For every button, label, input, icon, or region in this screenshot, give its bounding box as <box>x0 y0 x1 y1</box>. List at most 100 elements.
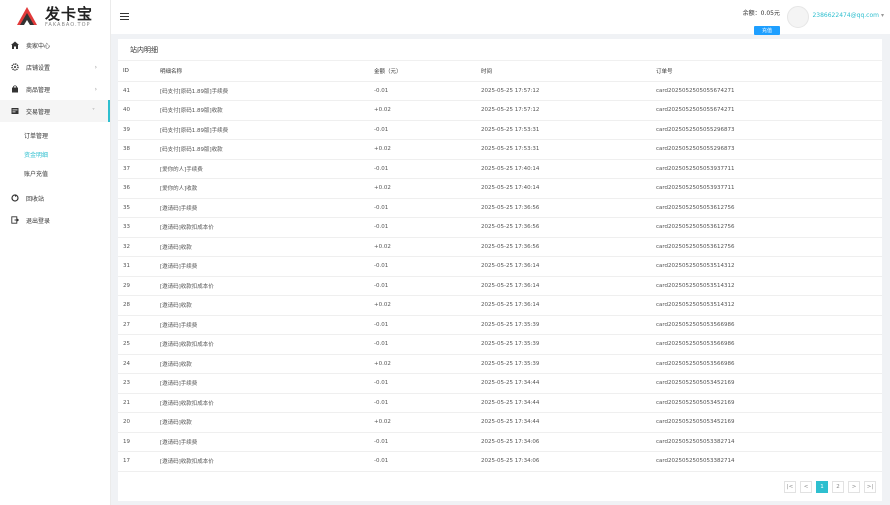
sidebar-item-product-management[interactable]: 商品管理 › <box>0 78 110 100</box>
row-time: 2025-05-25 17:57:12 <box>481 81 656 101</box>
logo-name: 发卡宝 <box>45 5 94 23</box>
row-id: 32 <box>118 237 160 257</box>
row-time: 2025-05-25 17:34:44 <box>481 373 656 394</box>
row-name: [码支付[原码1.89版]收款 <box>160 100 374 121</box>
row-id: 31 <box>118 256 160 277</box>
table-row: 35 [邀请码]手续费 -0.01 2025-05-25 17:36:56 card20… <box>118 198 882 218</box>
user-email: 2386622474@qq.com <box>812 12 879 19</box>
row-name: [邀请码]收款 <box>160 295 374 316</box>
sidebar-item-fund-details[interactable]: 资金明细 <box>0 145 110 164</box>
row-id: 35 <box>118 198 160 218</box>
avatar[interactable] <box>787 6 809 28</box>
menu-toggle-icon[interactable] <box>120 13 129 20</box>
row-order-no: card2025052505053612756 <box>656 237 882 257</box>
row-time: 2025-05-25 17:36:56 <box>481 237 656 257</box>
row-name: [邀请码]收款扣成本价 <box>160 451 374 472</box>
sidebar-item-orders[interactable]: 订单管理 <box>0 126 110 145</box>
sidebar-item-account-recharge[interactable]: 账户充值 <box>0 164 110 183</box>
table-row: 41 [码支付[原码1.89版]手续费 -0.01 2025-05-25 17:57:… <box>118 81 882 101</box>
row-amount: -0.01 <box>374 120 481 140</box>
row-amount: -0.01 <box>374 451 481 472</box>
first-page-button[interactable]: |< <box>784 481 796 493</box>
row-amount: -0.01 <box>374 217 481 238</box>
table-row: 25 [邀请码]收款扣成本价 -0.01 2025-05-25 17:35:39 car… <box>118 334 882 355</box>
table-row: 27 [邀请码]手续费 -0.01 2025-05-25 17:35:39 card20… <box>118 315 882 335</box>
row-order-no: card2025052505053452169 <box>656 412 882 433</box>
table-row: 38 [码支付[原码1.89版]收款 +0.02 2025-05-25 17:53:3… <box>118 139 882 160</box>
chevron-right-icon: › <box>94 85 97 93</box>
row-amount: +0.02 <box>374 139 481 160</box>
table-row: 21 [邀请码]收款扣成本价 -0.01 2025-05-25 17:34:44 car… <box>118 393 882 413</box>
balance-area: 余额：0.05元 充值 <box>743 8 780 36</box>
caret-down-icon: ▾ <box>880 12 884 19</box>
row-order-no: card2025052505053382714 <box>656 451 882 472</box>
row-time: 2025-05-25 17:40:14 <box>481 159 656 179</box>
column-header: 时间 <box>481 61 656 82</box>
row-id: 27 <box>118 315 160 335</box>
table-row: 37 [爱你的人]手续费 -0.01 2025-05-25 17:40:14 card2… <box>118 159 882 179</box>
row-time: 2025-05-25 17:57:12 <box>481 100 656 121</box>
next-page-button[interactable]: > <box>848 481 860 493</box>
row-order-no: card2025052505053514312 <box>656 276 882 296</box>
sidebar-item-label: 商品管理 <box>26 86 51 94</box>
row-name: [码支付[原码1.89版]手续费 <box>160 120 374 140</box>
row-order-no: card2025052505053612756 <box>656 198 882 218</box>
row-time: 2025-05-25 17:36:56 <box>481 217 656 238</box>
row-order-no: card2025052505053566986 <box>656 334 882 355</box>
chevron-down-icon: ˅ <box>92 107 95 115</box>
balance-text: 余额：0.05元 <box>742 10 780 17</box>
gear-icon <box>10 63 19 72</box>
trade-icon <box>10 107 19 116</box>
row-time: 2025-05-25 17:35:39 <box>481 334 656 355</box>
row-time: 2025-05-25 17:36:14 <box>481 295 656 316</box>
sidebar-item-recycle-bin[interactable]: 回收站 <box>0 187 110 209</box>
row-amount: +0.02 <box>374 100 481 121</box>
table-row: 20 [邀请码]收款 +0.02 2025-05-25 17:34:44 card202… <box>118 412 882 433</box>
row-name: [码支付[原码1.89版]手续费 <box>160 81 374 101</box>
logo-icon <box>17 7 37 25</box>
panel-title: 站内明细 <box>118 39 882 61</box>
row-time: 2025-05-25 17:53:31 <box>481 120 656 140</box>
row-time: 2025-05-25 17:53:31 <box>481 139 656 160</box>
row-order-no: card2025052505053937711 <box>656 178 882 199</box>
logo[interactable]: 发卡宝 FAKABAO.TOP <box>0 0 110 34</box>
row-name: [邀请码]收款扣成本价 <box>160 334 374 355</box>
table-row: 40 [码支付[原码1.89版]收款 +0.02 2025-05-25 17:57:1… <box>118 100 882 121</box>
page-button-2[interactable]: 2 <box>832 481 844 493</box>
row-id: 24 <box>118 354 160 374</box>
logo-subtitle: FAKABAO.TOP <box>45 22 91 28</box>
sidebar-item-label: 店铺设置 <box>26 64 51 72</box>
row-id: 33 <box>118 217 160 238</box>
row-name: [邀请码]收款扣成本价 <box>160 276 374 296</box>
page-button-1[interactable]: 1 <box>816 481 828 493</box>
last-page-button[interactable]: >| <box>864 481 876 493</box>
pagination: |< < 1 2 > >| <box>784 481 876 493</box>
row-name: [邀请码]手续费 <box>160 432 374 452</box>
row-name: [邀请码]手续费 <box>160 315 374 335</box>
row-order-no: card2025052505053612756 <box>656 217 882 238</box>
row-id: 19 <box>118 432 160 452</box>
row-order-no: card2025052505053452169 <box>656 393 882 413</box>
sidebar-item-label: 退出登录 <box>26 217 51 225</box>
sidebar-item-logout[interactable]: 退出登录 <box>0 209 110 231</box>
trade-submenu: 订单管理 资金明细 账户充值 <box>0 122 110 187</box>
table-row: 17 [邀请码]收款扣成本价 -0.01 2025-05-25 17:34:06 car… <box>118 451 882 472</box>
table-row: 29 [邀请码]收款扣成本价 -0.01 2025-05-25 17:36:14 car… <box>118 276 882 296</box>
prev-page-button[interactable]: < <box>800 481 812 493</box>
table-row: 31 [邀请码]手续费 -0.01 2025-05-25 17:36:14 card20… <box>118 256 882 277</box>
user-menu[interactable]: 2386622474@qq.com ▾ <box>812 12 884 19</box>
row-amount: +0.02 <box>374 295 481 316</box>
sidebar-item-store-settings[interactable]: 店铺设置 › <box>0 56 110 78</box>
row-time: 2025-05-25 17:35:39 <box>481 315 656 335</box>
table-header-row: ID 明细名称 金额（元） 时间 订单号 <box>118 61 882 82</box>
row-amount: -0.01 <box>374 373 481 394</box>
row-amount: -0.01 <box>374 432 481 452</box>
sidebar-menu: 卖家中心 店铺设置 › 商品管理 › 交易管理 ˅ 订单管理 资金明细 账户充值… <box>0 34 110 231</box>
row-order-no: card2025052505053382714 <box>656 432 882 452</box>
row-amount: +0.02 <box>374 354 481 374</box>
recharge-button[interactable]: 充值 <box>753 26 780 35</box>
sidebar-item-seller-center[interactable]: 卖家中心 <box>0 34 110 56</box>
row-name: [邀请码]手续费 <box>160 256 374 277</box>
sidebar-item-trade-management[interactable]: 交易管理 ˅ <box>0 100 110 122</box>
row-id: 23 <box>118 373 160 394</box>
